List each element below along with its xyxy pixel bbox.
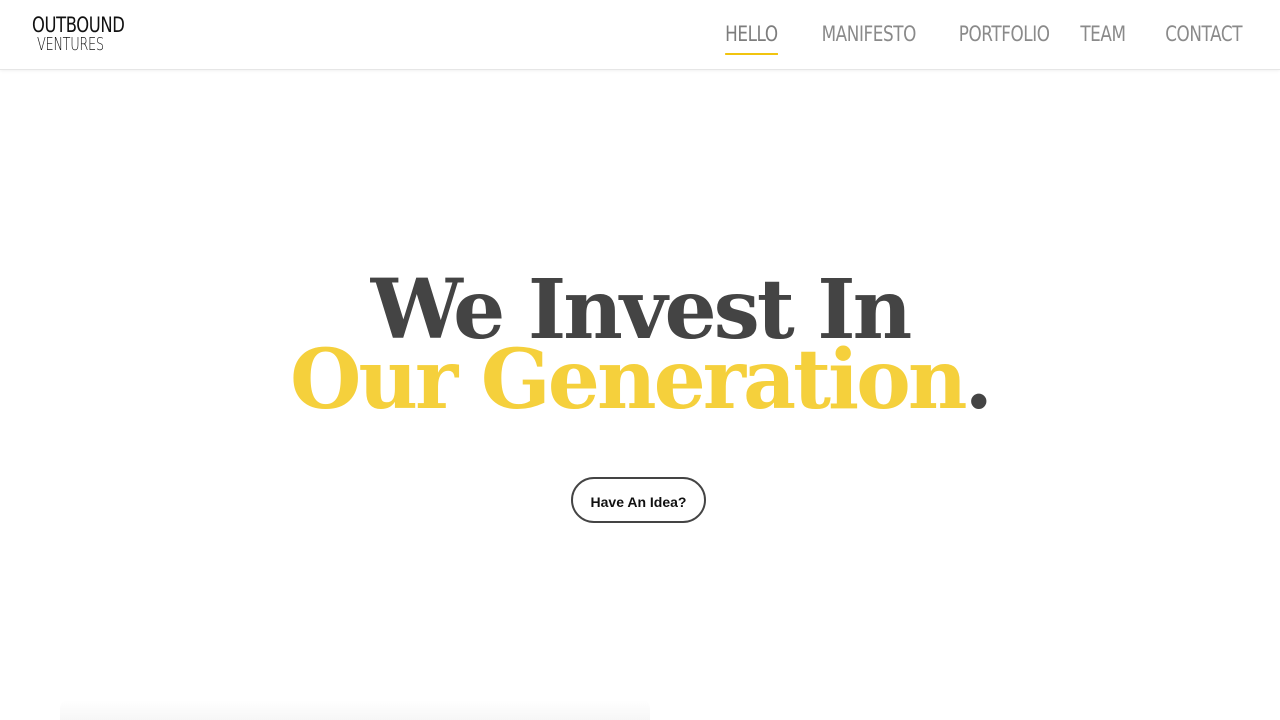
have-an-idea-button[interactable]: Have An Idea? [571,477,706,523]
content-card-shadow [60,700,650,720]
logo-line-ventures: VENTURES [37,34,104,55]
hero-headline-highlight: Our Generation [289,332,967,428]
logo-line-outbound: OUTBOUND [32,13,125,37]
nav-item-portfolio[interactable]: PORTFOLIO [958,19,1049,55]
nav-item-team[interactable]: TEAM [1081,19,1127,55]
outbound-ventures-logo[interactable]: OUTBOUND VENTURES [32,14,125,58]
hero-headline-period: . [964,332,993,428]
hero-section: We Invest In Our Generation. Have An Ide… [0,70,1280,720]
nav-item-hello[interactable]: HELLO [725,19,778,55]
nav-item-contact[interactable]: CONTACT [1165,19,1242,55]
hero-headline-line2: Our Generation. [0,332,1280,428]
nav-item-manifesto[interactable]: MANIFESTO [821,19,916,55]
site-header: OUTBOUND VENTURES HELLO MANIFESTO PORTFO… [0,0,1280,70]
main-nav: HELLO MANIFESTO PORTFOLIO TEAM CONTACT [692,19,1242,55]
